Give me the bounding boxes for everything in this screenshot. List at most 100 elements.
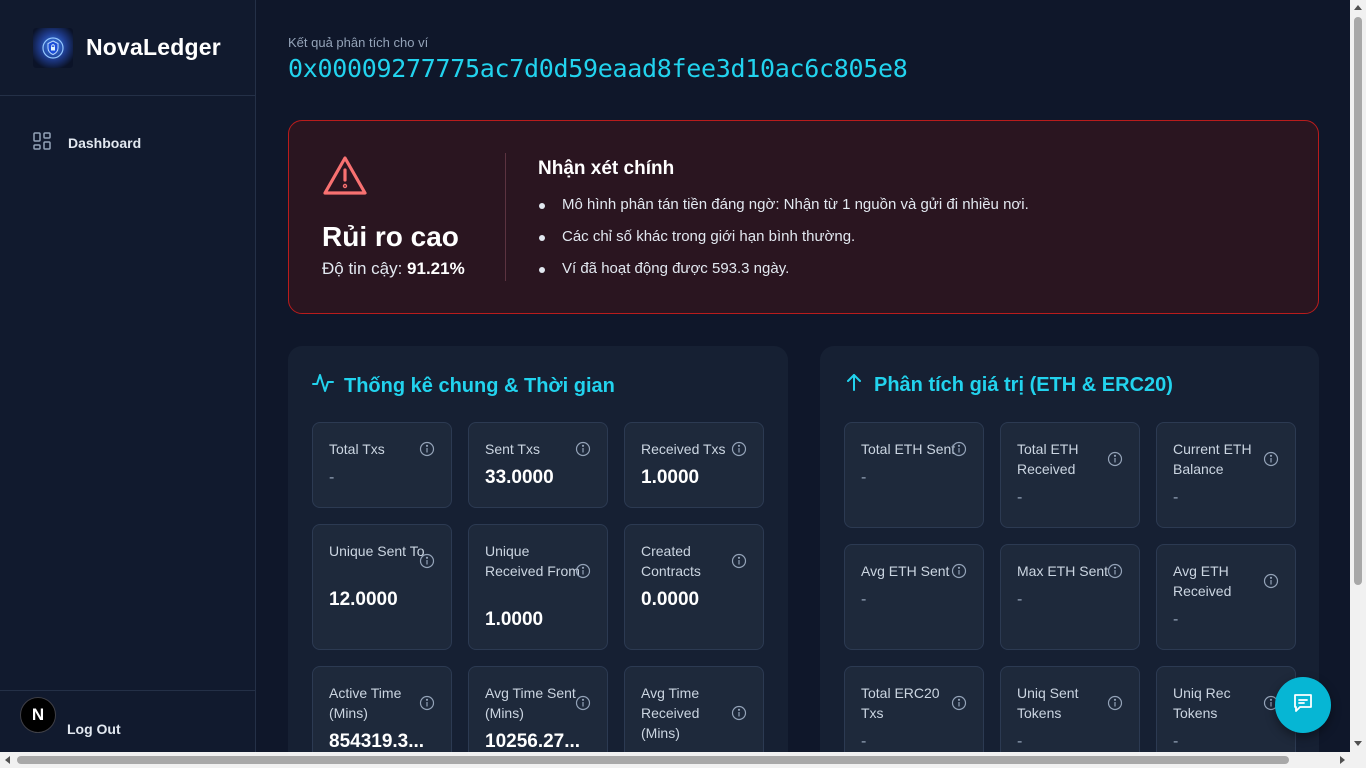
- info-icon[interactable]: [575, 695, 591, 711]
- app-logo-icon: [33, 27, 73, 68]
- metric-value: -: [1173, 611, 1179, 628]
- value-analysis-panel: Phân tích giá trị (ETH & ERC20) Total ET…: [820, 346, 1319, 768]
- brand[interactable]: NovaLedger: [0, 0, 255, 96]
- metric-label: Unique Received From: [485, 543, 580, 579]
- metric-value: 33.0000: [485, 467, 554, 488]
- metric-card: Total ETH Sent -: [844, 422, 984, 528]
- wallet-address: 0x00009277775ac7d0d59eaad8fee3d10ac6c805…: [288, 54, 908, 83]
- confidence-value: 91.21%: [407, 259, 465, 278]
- metric-label: Avg Time Received (Mins): [641, 685, 700, 741]
- arrow-up-icon: [844, 372, 874, 398]
- divider: [505, 153, 506, 281]
- metric-value: -: [861, 733, 867, 750]
- info-icon[interactable]: [951, 441, 967, 457]
- scroll-left-icon[interactable]: [5, 756, 10, 764]
- activity-icon: [312, 372, 344, 400]
- info-icon[interactable]: [951, 563, 967, 579]
- confidence-label: Độ tin cậy:: [322, 259, 403, 278]
- info-icon[interactable]: [1107, 563, 1123, 579]
- sidebar-item-dashboard[interactable]: Dashboard: [0, 131, 255, 155]
- chat-icon: [1291, 691, 1315, 720]
- panel-title-text: Phân tích giá trị (ETH & ERC20): [874, 373, 1173, 396]
- metric-label: Uniq Rec Tokens: [1173, 685, 1231, 721]
- metric-value: 1.0000: [641, 467, 700, 488]
- metric-value: -: [1017, 733, 1023, 750]
- metric-card: Current ETH Balance -: [1156, 422, 1296, 528]
- metric-card: Total ETH Received -: [1000, 422, 1140, 528]
- metric-value: 12.0000: [329, 589, 398, 610]
- info-icon[interactable]: [731, 441, 747, 457]
- metric-value: 0.0000: [641, 589, 700, 610]
- metric-card: Unique Received From 1.0000: [468, 524, 608, 650]
- metric-label: Avg ETH Received: [1173, 563, 1232, 599]
- metric-label: Avg Time Sent (Mins): [485, 685, 576, 721]
- wallet-caption: Kết quả phân tích cho ví: [288, 35, 429, 50]
- list-item: Ví đã hoạt động được 593.3 ngày.: [538, 258, 1029, 290]
- vertical-scrollbar[interactable]: [1350, 0, 1366, 752]
- info-icon[interactable]: [731, 705, 747, 721]
- risk-summary-card: Rủi ro cao Độ tin cậy: 91.21% Nhận xét c…: [288, 120, 1319, 314]
- metric-value: -: [1173, 733, 1179, 750]
- metric-value: 1.0000: [485, 609, 544, 630]
- info-icon[interactable]: [575, 563, 591, 579]
- scroll-down-icon[interactable]: [1354, 741, 1362, 746]
- panel-title-text: Thống kê chung & Thời gian: [344, 374, 615, 397]
- metric-value: -: [1017, 591, 1023, 608]
- scroll-up-icon[interactable]: [1354, 5, 1362, 10]
- info-icon[interactable]: [419, 441, 435, 457]
- metric-label: Total ETH Received: [1017, 441, 1079, 477]
- warning-icon: [322, 155, 482, 202]
- horizontal-scrollbar[interactable]: [0, 752, 1366, 768]
- metric-label: Received Txs: [641, 441, 726, 457]
- info-icon[interactable]: [575, 441, 591, 457]
- metric-label: Uniq Sent Tokens: [1017, 685, 1079, 721]
- scroll-right-icon[interactable]: [1340, 756, 1345, 764]
- panel-title: Thống kê chung & Thời gian: [312, 372, 615, 400]
- metric-value: -: [1173, 489, 1179, 506]
- app-name: NovaLedger: [86, 34, 221, 60]
- sidebar: NovaLedger Dashboard Log Out: [0, 0, 256, 752]
- metric-value: 854319.3...: [329, 731, 425, 752]
- key-findings: Nhận xét chính Mô hình phân tán tiền đán…: [538, 158, 1029, 290]
- metric-card: Created Contracts 0.0000: [624, 524, 764, 650]
- metric-label: Active Time (Mins): [329, 685, 402, 721]
- general-stats-panel: Thống kê chung & Thời gian Total Txs - Sen…: [288, 346, 788, 768]
- info-icon[interactable]: [1263, 451, 1279, 467]
- metric-value: -: [861, 469, 867, 486]
- metric-card: Sent Txs 33.0000: [468, 422, 608, 508]
- list-item: Mô hình phân tán tiền đáng ngờ: Nhận từ …: [538, 194, 1029, 226]
- metric-card: Unique Sent To 12.0000: [312, 524, 452, 650]
- logout-label: Log Out: [67, 720, 121, 737]
- metric-label: Created Contracts: [641, 543, 701, 579]
- key-findings-title: Nhận xét chính: [538, 158, 675, 179]
- metric-label: Total ERC20 Txs: [861, 685, 940, 721]
- metric-value: -: [1017, 489, 1023, 506]
- metric-label: Unique Sent To: [329, 543, 425, 559]
- info-icon[interactable]: [419, 553, 435, 569]
- metric-label: Sent Txs: [485, 441, 540, 457]
- info-icon[interactable]: [951, 695, 967, 711]
- dashboard-grid-icon: [33, 131, 51, 155]
- dev-badge[interactable]: N: [20, 697, 56, 733]
- metric-label: Avg ETH Sent: [861, 563, 950, 579]
- info-icon[interactable]: [731, 553, 747, 569]
- metric-label: Max ETH Sent: [1017, 563, 1109, 579]
- risk-level: Rủi ro cao: [322, 221, 459, 252]
- metric-card: Avg ETH Received -: [1156, 544, 1296, 650]
- sidebar-item-label: Dashboard: [68, 135, 142, 151]
- metric-label: Total Txs: [329, 441, 385, 457]
- key-findings-list: Mô hình phân tán tiền đáng ngờ: Nhận từ …: [538, 194, 1029, 290]
- metric-card: Received Txs 1.0000: [624, 422, 764, 508]
- metric-card: Max ETH Sent -: [1000, 544, 1140, 650]
- panel-title: Phân tích giá trị (ETH & ERC20): [844, 372, 1173, 398]
- confidence: Độ tin cậy: 91.21%: [322, 259, 465, 279]
- info-icon[interactable]: [1263, 573, 1279, 589]
- info-icon[interactable]: [1107, 695, 1123, 711]
- metric-value: -: [329, 469, 335, 486]
- scrollbar-thumb[interactable]: [17, 756, 1289, 764]
- chat-button[interactable]: [1275, 677, 1331, 733]
- metric-value: 10256.27...: [485, 731, 581, 752]
- info-icon[interactable]: [1107, 451, 1123, 467]
- scrollbar-thumb[interactable]: [1354, 17, 1362, 585]
- info-icon[interactable]: [419, 695, 435, 711]
